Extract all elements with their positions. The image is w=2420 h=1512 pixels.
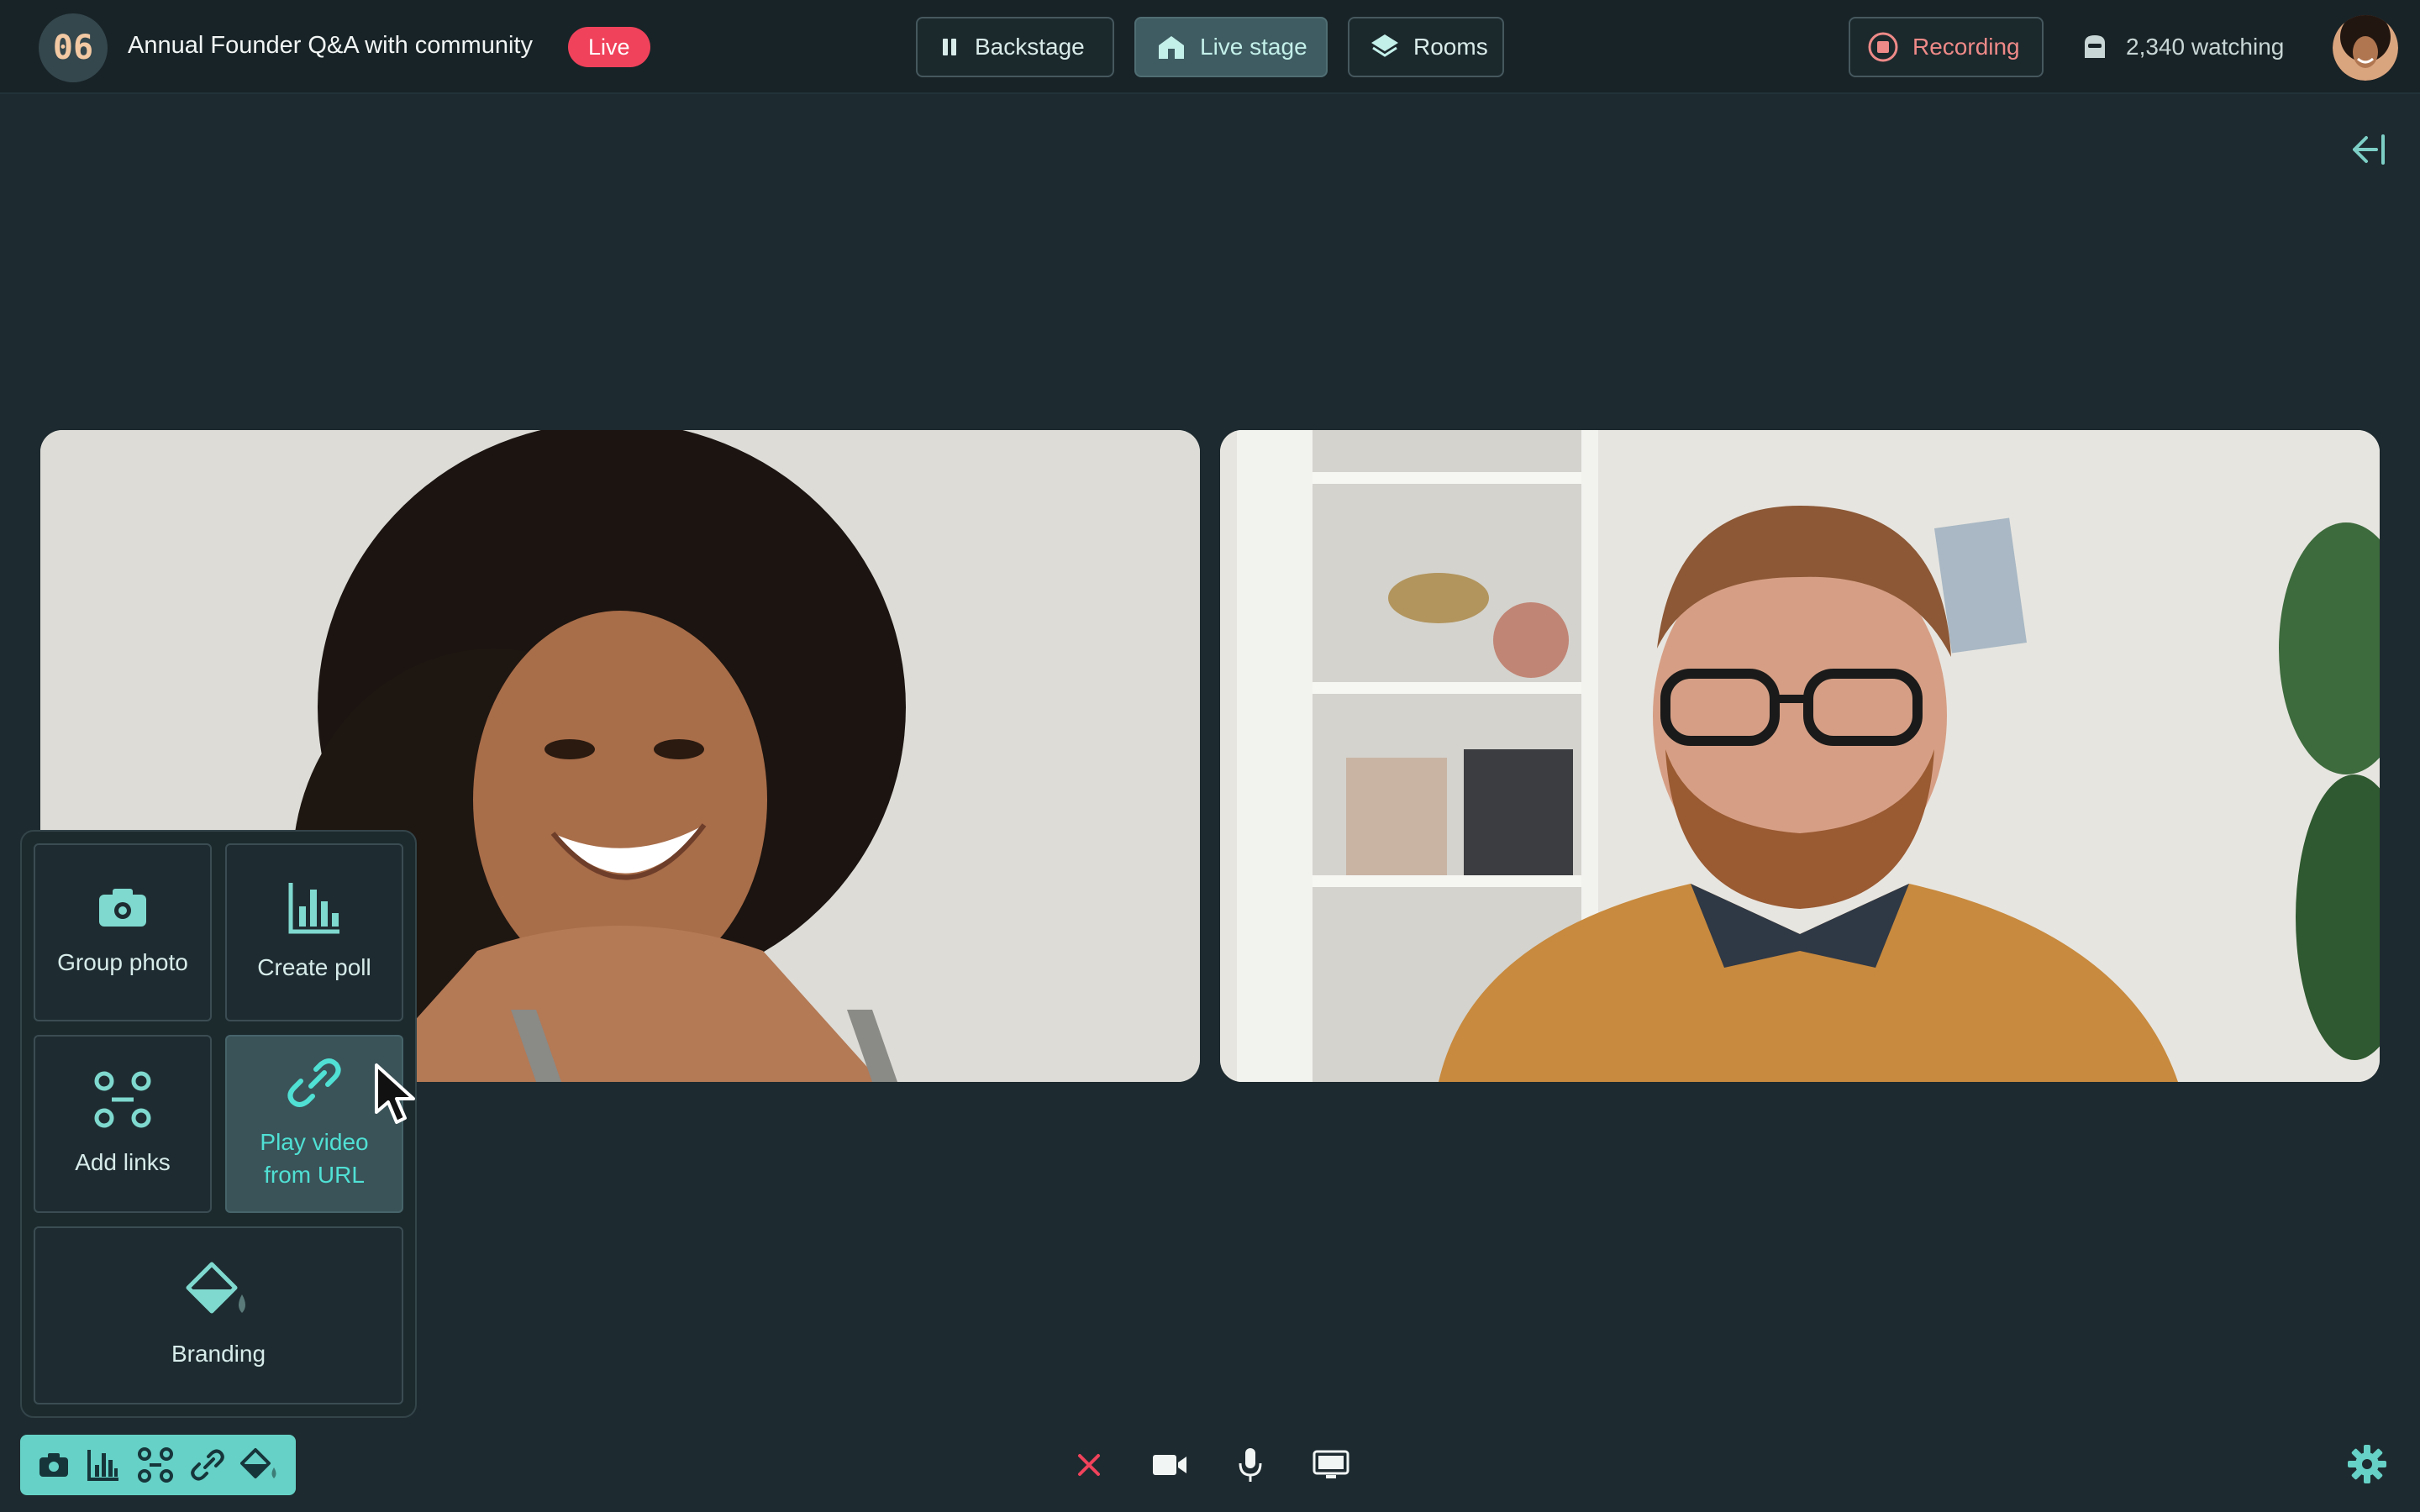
nav-rooms-label: Rooms [1413, 34, 1488, 60]
paint-bucket-icon [186, 1262, 245, 1314]
collapse-panel-icon[interactable] [2348, 133, 2386, 166]
group-photo-button[interactable]: Group photo [34, 843, 212, 1021]
user-avatar[interactable] [2333, 15, 2398, 81]
paint-bucket-icon[interactable] [240, 1447, 279, 1483]
video-camera-icon [1153, 1455, 1186, 1475]
camera-icon[interactable] [37, 1451, 71, 1479]
viewer-count-label: 2,340 watching [2126, 34, 2285, 60]
event-logo[interactable]: 06 [39, 13, 108, 82]
camera-toggle-button[interactable] [1143, 1441, 1197, 1488]
nav-live-stage-button[interactable]: Live stage [1134, 17, 1328, 77]
home-icon [1159, 36, 1184, 59]
nodes-icon[interactable] [137, 1446, 174, 1483]
nav-live-stage-label: Live stage [1200, 34, 1307, 60]
screen-share-button[interactable] [1304, 1441, 1358, 1488]
settings-gear-icon[interactable] [2346, 1443, 2388, 1485]
microphone-icon [1239, 1448, 1262, 1482]
microphone-button[interactable] [1223, 1441, 1277, 1488]
record-icon [1868, 32, 1898, 62]
event-title: Annual Founder Q&A with community [128, 32, 533, 59]
mouse-cursor [375, 1063, 415, 1124]
interactive-tools-panel: Group photo Create poll Add links Play v… [20, 830, 417, 1418]
nav-backstage-label: Backstage [975, 34, 1085, 60]
add-links-button[interactable]: Add links [34, 1035, 212, 1213]
recording-label: Recording [1912, 34, 2020, 60]
nav-backstage-button[interactable]: Backstage [916, 17, 1114, 77]
group-photo-label: Group photo [57, 948, 188, 975]
link-icon[interactable] [190, 1448, 224, 1482]
viewer-icon [2085, 35, 2105, 58]
leave-icon [1078, 1454, 1100, 1476]
bar-chart-icon[interactable] [87, 1448, 120, 1482]
create-poll-button[interactable]: Create poll [225, 843, 403, 1021]
nodes-icon [94, 1071, 151, 1128]
leave-button[interactable] [1062, 1441, 1116, 1488]
nav-rooms-button[interactable]: Rooms [1348, 17, 1504, 77]
video-tile-speaker-2[interactable] [1220, 430, 2380, 1082]
screen-share-icon [1313, 1450, 1349, 1478]
live-badge: Live [568, 27, 650, 67]
top-bar: 06 Annual Founder Q&A with community Liv… [0, 0, 2420, 94]
branding-button[interactable]: Branding [34, 1226, 403, 1404]
link-icon [287, 1058, 341, 1108]
play-video-url-label: Play video from URL [260, 1129, 369, 1188]
layers-icon [1371, 34, 1398, 57]
viewer-count: 2,340 watching [2081, 17, 2284, 77]
quick-tools-toolbar [20, 1435, 296, 1495]
bar-chart-icon [288, 882, 339, 934]
pause-icon [943, 39, 956, 55]
branding-label: Branding [171, 1340, 266, 1367]
add-links-label: Add links [75, 1148, 171, 1175]
recording-button[interactable]: Recording [1849, 17, 2044, 77]
camera-icon [99, 888, 146, 927]
create-poll-label: Create poll [257, 953, 371, 980]
